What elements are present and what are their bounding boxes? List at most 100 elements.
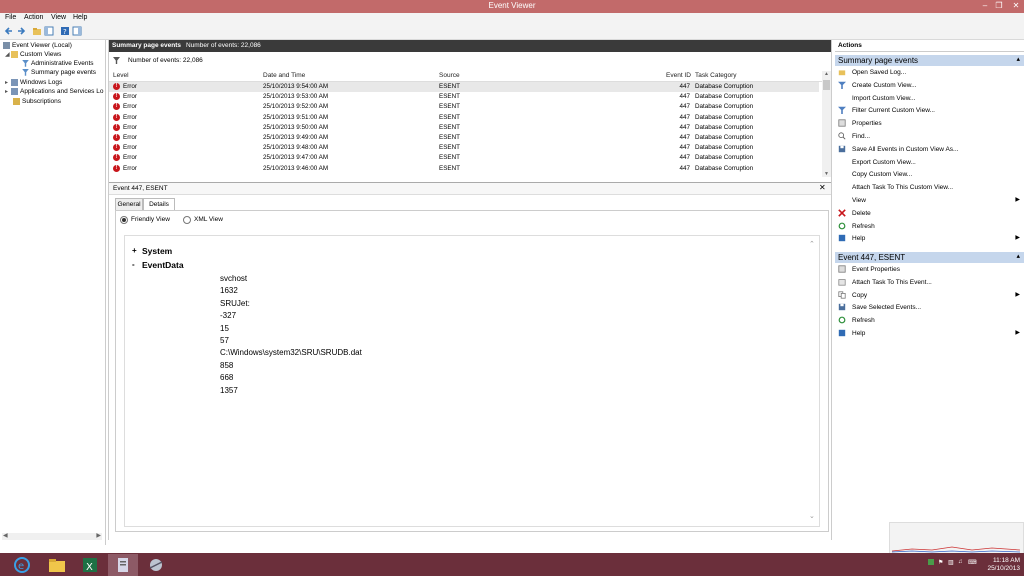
- friendly-view-radio[interactable]: [120, 216, 128, 224]
- action-attach-task-to-this-event[interactable]: Attach Task To This Event...: [835, 277, 1024, 289]
- collapse-icon[interactable]: ▴: [1016, 55, 1020, 63]
- table-row[interactable]: ! Error 25/10/2013 9:51:00 AM ESENT 447 Datab…: [109, 113, 819, 123]
- action-copy-custom-view[interactable]: Copy Custom View...: [835, 169, 1024, 181]
- system-section-label[interactable]: System: [142, 246, 172, 256]
- tree-item-event-viewer-local[interactable]: Event Viewer (Local): [3, 41, 72, 50]
- clock-date: 25/10/2013: [987, 565, 1020, 572]
- row-task-category: Database Corruption: [695, 154, 754, 162]
- action-event-properties[interactable]: Event Properties: [835, 264, 1024, 276]
- action-refresh[interactable]: Refresh: [835, 221, 1024, 233]
- tree-item-applications-and-services[interactable]: ▸ Applications and Services Lo: [5, 87, 103, 96]
- scroll-up-icon[interactable]: ⌃: [809, 240, 815, 248]
- forward-arrow-icon[interactable]: [16, 26, 26, 36]
- excel-icon[interactable]: X: [80, 556, 100, 574]
- scroll-down-icon[interactable]: ▼: [824, 171, 829, 177]
- column-source[interactable]: Source: [439, 72, 460, 79]
- internet-explorer-icon[interactable]: e: [12, 556, 32, 574]
- tree-horizontal-scrollbar[interactable]: ◀ ▶: [2, 533, 102, 540]
- action-filter-current-custom-view[interactable]: Filter Current Custom View...: [835, 105, 1024, 117]
- action-help[interactable]: Help ▶: [835, 328, 1024, 340]
- tree-item-summary-page-events[interactable]: Summary page events: [22, 68, 96, 77]
- event-list-scrollbar[interactable]: ▲ ▼: [822, 71, 831, 177]
- tray-icon[interactable]: [928, 559, 934, 565]
- table-row[interactable]: ! Error 25/10/2013 9:50:00 AM ESENT 447 Datab…: [109, 123, 819, 133]
- action-save-all-events-in-custom-view-as[interactable]: Save All Events in Custom View As...: [835, 144, 1024, 156]
- collapse-icon[interactable]: ▴: [1016, 252, 1020, 260]
- scroll-up-icon[interactable]: ▲: [824, 71, 829, 77]
- scroll-right-icon[interactable]: ▶: [96, 532, 101, 539]
- tray-flag-icon[interactable]: ⚑: [938, 559, 943, 566]
- close-detail-icon[interactable]: ✕: [819, 183, 826, 192]
- system-toggle[interactable]: +: [132, 246, 137, 255]
- column-level[interactable]: Level: [113, 72, 129, 79]
- actions-group-summary[interactable]: Summary page events ▴: [835, 55, 1024, 66]
- tree-item-windows-logs[interactable]: ▸ Windows Logs: [5, 78, 62, 87]
- tab-general[interactable]: General: [115, 198, 143, 210]
- tab-details[interactable]: Details: [143, 198, 175, 210]
- action-export-custom-view[interactable]: Export Custom View...: [835, 157, 1024, 169]
- table-row[interactable]: ! Error 25/10/2013 9:48:00 AM ESENT 447 Datab…: [109, 143, 819, 153]
- row-date-time: 25/10/2013 9:53:00 AM: [263, 93, 329, 101]
- help-icon[interactable]: ?: [60, 26, 70, 36]
- column-date-time[interactable]: Date and Time: [263, 72, 305, 79]
- network-tool-icon[interactable]: [146, 556, 166, 574]
- show-hide-tree-icon[interactable]: [44, 26, 54, 36]
- folder-icon[interactable]: [32, 26, 42, 36]
- action-open-saved-log[interactable]: Open Saved Log...: [835, 67, 1024, 79]
- scroll-left-icon[interactable]: ◀: [3, 532, 8, 539]
- tree-item-administrative-events[interactable]: Administrative Events: [22, 59, 94, 68]
- menu-view[interactable]: View: [51, 14, 66, 21]
- column-task-category[interactable]: Task Category: [695, 72, 737, 79]
- scroll-down-icon[interactable]: ⌄: [809, 512, 815, 520]
- action-attach-task-to-this-custom-view[interactable]: Attach Task To This Custom View...: [835, 182, 1024, 194]
- eventdata-section-label[interactable]: EventData: [142, 260, 184, 270]
- action-import-custom-view[interactable]: Import Custom View...: [835, 93, 1024, 105]
- eventdata-value: svchost: [220, 274, 248, 283]
- network-icon[interactable]: ▥: [948, 559, 954, 566]
- actions-group-event[interactable]: Event 447, ESENT ▴: [835, 252, 1024, 263]
- menu-file[interactable]: File: [5, 14, 16, 21]
- table-row[interactable]: ! Error 25/10/2013 9:53:00 AM ESENT 447 Datab…: [109, 92, 819, 102]
- eventdata-toggle[interactable]: -: [132, 260, 135, 269]
- table-row[interactable]: ! Error 25/10/2013 9:47:00 AM ESENT 447 Datab…: [109, 153, 819, 163]
- action-find[interactable]: Find...: [835, 131, 1024, 143]
- action-properties[interactable]: Properties: [835, 118, 1024, 130]
- table-row[interactable]: ! Error 25/10/2013 9:46:00 AM ESENT 447 Datab…: [109, 164, 819, 174]
- action-delete[interactable]: Delete: [835, 208, 1024, 220]
- row-event-id: 447: [679, 93, 690, 101]
- taskbar-clock[interactable]: 11:18 AM 25/10/2013: [987, 557, 1020, 573]
- action-save-selected-events[interactable]: Save Selected Events...: [835, 302, 1024, 314]
- tree-item-subscriptions[interactable]: Subscriptions: [13, 97, 61, 106]
- submenu-arrow-icon: ▶: [1015, 330, 1020, 336]
- action-refresh[interactable]: Refresh: [835, 315, 1024, 327]
- action-create-custom-view[interactable]: Create Custom View...: [835, 80, 1024, 92]
- close-window-button[interactable]: ✕: [1008, 0, 1024, 13]
- table-row[interactable]: ! Error 25/10/2013 9:49:00 AM ESENT 447 Datab…: [109, 133, 819, 143]
- table-row[interactable]: ! Error 25/10/2013 9:54:00 AM ESENT 447 Datab…: [109, 82, 819, 92]
- folder-icon: [838, 70, 846, 76]
- show-actions-pane-icon[interactable]: [72, 26, 82, 36]
- volume-icon[interactable]: ♫: [958, 559, 963, 565]
- error-icon: !: [113, 83, 120, 90]
- action-help[interactable]: Help ▶: [835, 233, 1024, 245]
- table-row[interactable]: ! Error 25/10/2013 9:52:00 AM ESENT 447 Datab…: [109, 102, 819, 112]
- xml-view-radio[interactable]: [183, 216, 191, 224]
- menu-help[interactable]: Help: [73, 14, 87, 21]
- menu-action[interactable]: Action: [24, 14, 43, 21]
- keyboard-icon[interactable]: ⌨: [968, 559, 977, 566]
- back-arrow-icon[interactable]: [4, 26, 14, 36]
- action-copy[interactable]: Copy ▶: [835, 290, 1024, 302]
- tree-item-custom-views[interactable]: ◢ Custom Views: [5, 50, 61, 59]
- action-view[interactable]: View ▶: [835, 195, 1024, 207]
- action-label: Copy Custom View...: [852, 171, 913, 179]
- restore-button[interactable]: ❐: [992, 0, 1006, 13]
- svg-text:?: ?: [63, 28, 67, 36]
- event-viewer-taskbar-button[interactable]: [108, 554, 138, 576]
- submenu-arrow-icon: ▶: [1015, 235, 1020, 242]
- friendly-view-content: + System - EventData svchost 1632 SRUJet: -…: [124, 235, 820, 527]
- minimize-button[interactable]: –: [978, 0, 992, 13]
- scrollbar-thumb[interactable]: [823, 80, 830, 90]
- column-event-id[interactable]: Event ID: [666, 72, 691, 79]
- menu-bar: File Action View Help: [0, 13, 1024, 24]
- file-explorer-icon[interactable]: [47, 556, 67, 574]
